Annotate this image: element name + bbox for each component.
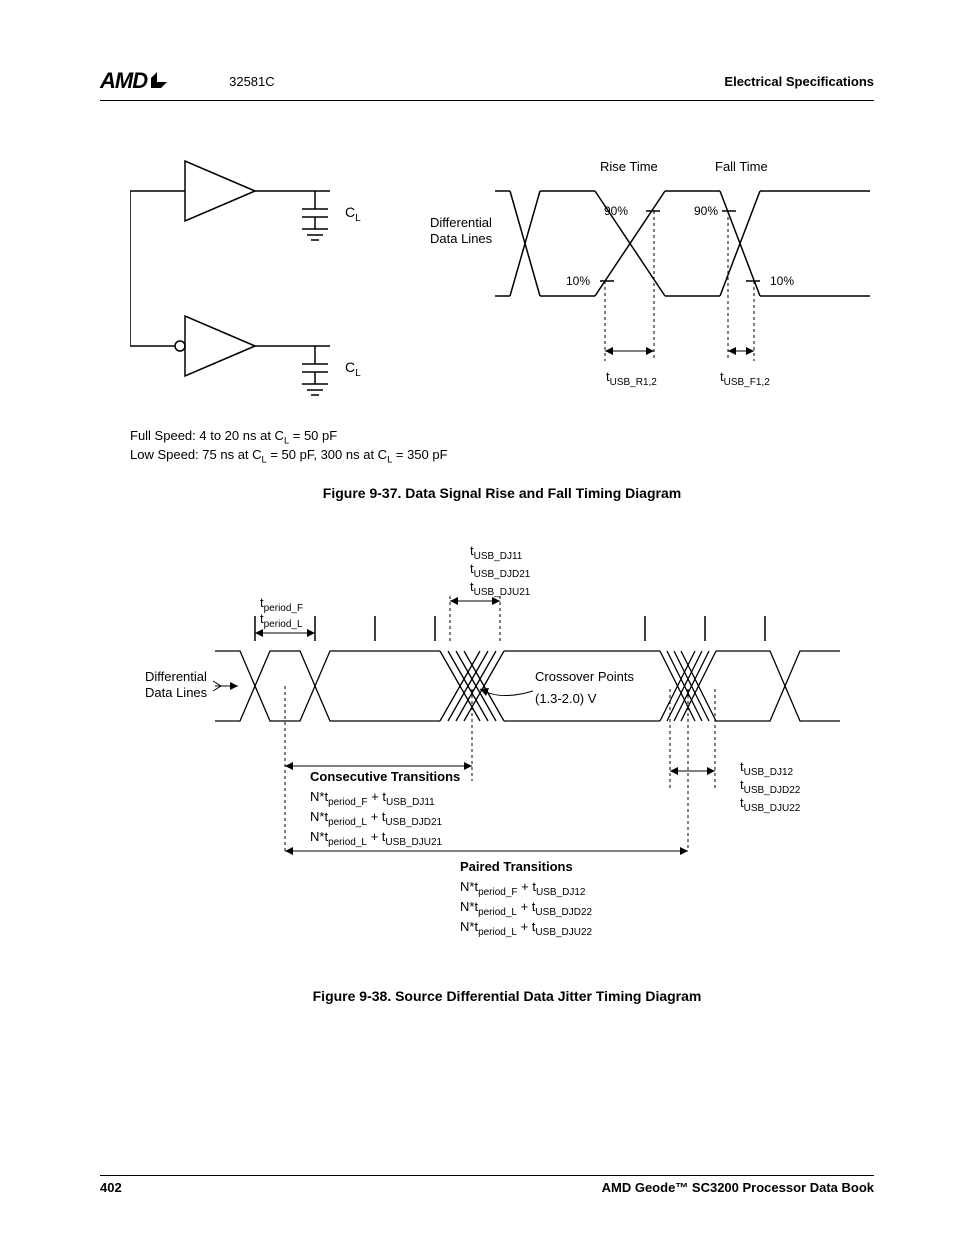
svg-text:N*tperiod_L + tUSB_DJU21: N*tperiod_L + tUSB_DJU21 — [310, 829, 443, 848]
figure-9-38: tUSB_DJ11 tUSB_DJD21 tUSB_DJU21 tperiod_… — [140, 541, 874, 1004]
svg-text:Data Lines: Data Lines — [145, 685, 208, 700]
svg-text:N*tperiod_F + tUSB_DJ12: N*tperiod_F + tUSB_DJ12 — [460, 879, 586, 898]
svg-text:Consecutive Transitions: Consecutive Transitions — [310, 769, 460, 784]
diagram-9-38: tUSB_DJ11 tUSB_DJD21 tUSB_DJU21 tperiod_… — [140, 541, 880, 981]
section-title: Electrical Specifications — [724, 74, 874, 89]
svg-text:tUSB_DJD21: tUSB_DJD21 — [470, 561, 531, 580]
note-low-speed: Low Speed: 75 ns at CL = 50 pF, 300 ns a… — [130, 447, 874, 466]
logo-text: AMD — [100, 68, 147, 94]
doc-number: 32581C — [229, 74, 724, 89]
svg-text:tUSB_F1,2: tUSB_F1,2 — [720, 369, 770, 388]
svg-text:CL: CL — [345, 204, 361, 224]
svg-text:CL: CL — [345, 359, 361, 379]
svg-text:Fall Time: Fall Time — [715, 159, 768, 174]
svg-text:N*tperiod_F + tUSB_DJ11: N*tperiod_F + tUSB_DJ11 — [310, 789, 435, 808]
svg-text:tUSB_DJU21: tUSB_DJU21 — [470, 579, 531, 598]
figure-37-caption: Figure 9-37. Data Signal Rise and Fall T… — [130, 485, 874, 501]
svg-text:Differential: Differential — [145, 669, 207, 684]
svg-text:tUSB_DJD22: tUSB_DJD22 — [740, 777, 801, 796]
svg-text:Paired Transitions: Paired Transitions — [460, 859, 573, 874]
note-full-speed: Full Speed: 4 to 20 ns at CL = 50 pF — [130, 428, 874, 447]
svg-text:N*tperiod_L + tUSB_DJD22: N*tperiod_L + tUSB_DJD22 — [460, 899, 593, 918]
svg-text:N*tperiod_L + tUSB_DJU22: N*tperiod_L + tUSB_DJU22 — [460, 919, 593, 938]
figure-37-notes: Full Speed: 4 to 20 ns at CL = 50 pF Low… — [130, 428, 874, 467]
svg-text:Data Lines: Data Lines — [430, 231, 493, 246]
svg-text:tUSB_DJ12: tUSB_DJ12 — [740, 759, 794, 778]
svg-text:Differential: Differential — [430, 215, 492, 230]
page-footer: 402 AMD Geode™ SC3200 Processor Data Boo… — [100, 1175, 874, 1195]
svg-text:tUSB_DJ11: tUSB_DJ11 — [470, 543, 523, 562]
svg-text:(1.3-2.0) V: (1.3-2.0) V — [535, 691, 597, 706]
page-header: AMD 32581C Electrical Specifications — [100, 68, 874, 101]
svg-text:Rise Time: Rise Time — [600, 159, 658, 174]
page: AMD 32581C Electrical Specifications CL — [0, 0, 954, 1235]
svg-text:tUSB_R1,2: tUSB_R1,2 — [606, 369, 657, 388]
svg-text:10%: 10% — [566, 274, 590, 288]
svg-text:90%: 90% — [604, 204, 628, 218]
page-number: 402 — [100, 1180, 122, 1195]
svg-text:Crossover Points: Crossover Points — [535, 669, 634, 684]
svg-text:10%: 10% — [770, 274, 794, 288]
svg-text:tperiod_F: tperiod_F — [260, 595, 303, 614]
book-title: AMD Geode™ SC3200 Processor Data Book — [602, 1180, 874, 1195]
svg-text:N*tperiod_L + tUSB_DJD21: N*tperiod_L + tUSB_DJD21 — [310, 809, 443, 828]
svg-text:90%: 90% — [694, 204, 718, 218]
figure-38-caption: Figure 9-38. Source Differential Data Ji… — [140, 988, 874, 1004]
figure-9-37: CL CL Differential Data Lines Rise Time … — [130, 151, 874, 501]
svg-text:tUSB_DJU22: tUSB_DJU22 — [740, 795, 801, 814]
diagram-9-37: CL CL Differential Data Lines Rise Time … — [130, 151, 870, 411]
amd-logo: AMD — [100, 68, 169, 94]
amd-arrow-icon — [149, 72, 169, 90]
